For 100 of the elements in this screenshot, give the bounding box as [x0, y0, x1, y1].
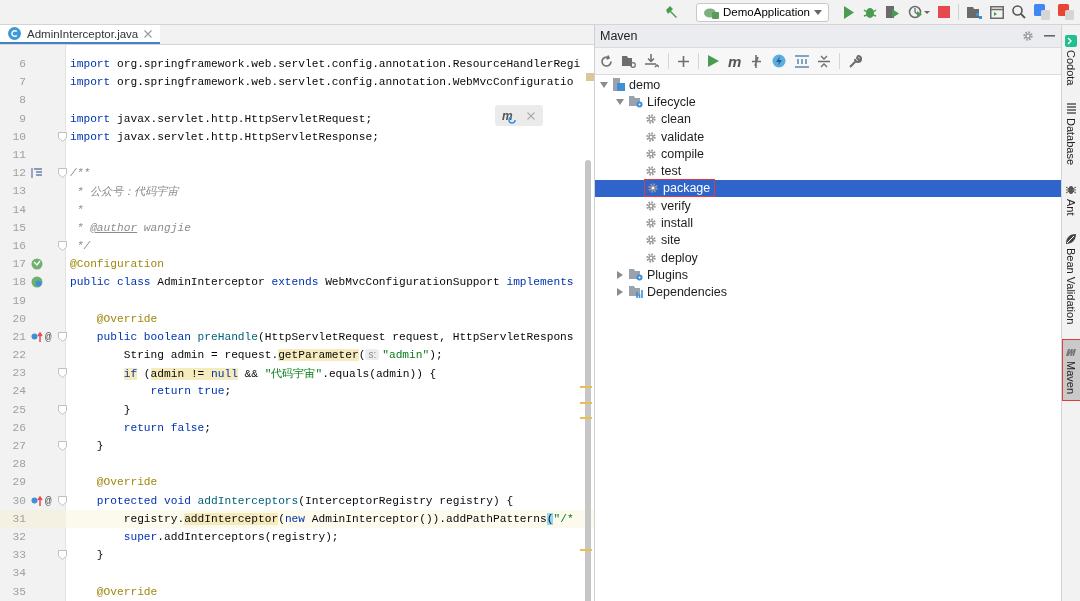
code-line: @Override — [96, 585, 158, 598]
close-icon[interactable] — [526, 111, 535, 120]
fold-marker-icon[interactable] — [58, 368, 67, 379]
fold-marker-icon[interactable] — [58, 495, 67, 506]
tree-row[interactable]: clean — [595, 110, 1061, 128]
profile-icon[interactable] — [908, 5, 930, 19]
ant-icon — [1065, 183, 1077, 196]
line-number: 19 — [11, 294, 26, 307]
implements-marker[interactable]: @ — [45, 494, 52, 507]
folder-gear-icon — [629, 95, 643, 108]
coverage-icon[interactable] — [885, 5, 900, 19]
tree-row[interactable]: Plugins — [595, 266, 1061, 284]
line-number: 15 — [11, 221, 26, 234]
line-number: 24 — [11, 385, 26, 398]
fold-marker-icon[interactable] — [58, 331, 67, 342]
wrench-icon[interactable] — [849, 54, 863, 68]
fold-marker-icon[interactable] — [58, 168, 67, 179]
gear-icon — [645, 165, 657, 178]
line-number: 9 — [18, 112, 26, 125]
implements-marker[interactable]: @ — [45, 330, 52, 343]
code-line: if (admin != null && "代码宇宙".equals(admin)) { — [123, 367, 437, 380]
maven-icon — [1065, 346, 1077, 359]
fold-marker-icon[interactable] — [58, 440, 67, 451]
gear-icon — [645, 217, 657, 229]
translate-icon[interactable] — [1058, 4, 1074, 20]
override-icon[interactable] — [31, 331, 43, 343]
gear-icon — [647, 182, 659, 195]
add-icon[interactable] — [678, 55, 689, 67]
tree-row[interactable]: site — [595, 231, 1061, 249]
folder-gear-icon — [629, 268, 643, 281]
line-number: 34 — [11, 567, 26, 580]
tool-window-tab[interactable]: Bean Validation — [1062, 231, 1080, 327]
collapse-arrow-icon[interactable] — [616, 270, 624, 279]
skip-tests-icon[interactable] — [750, 54, 764, 68]
run-configuration-dropdown[interactable]: DemoApplication — [696, 2, 829, 22]
tree-row[interactable]: validate — [595, 127, 1061, 146]
spring-icon[interactable] — [31, 276, 43, 289]
doc-render-icon[interactable] — [31, 168, 42, 179]
code-line: @Override — [96, 476, 158, 489]
line-number: 13 — [11, 185, 26, 198]
run-icon[interactable] — [708, 55, 719, 67]
tree-row[interactable]: Lifecycle — [595, 93, 1061, 111]
folder-reload-icon[interactable] — [622, 54, 636, 68]
warning-marker — [586, 73, 594, 81]
module-icon — [613, 78, 625, 92]
code-line: super.addInterceptors(registry); — [123, 530, 339, 543]
collapse-all-icon[interactable] — [818, 54, 831, 68]
tree-row[interactable]: deploy — [595, 248, 1061, 267]
tree-row[interactable]: verify — [595, 197, 1061, 215]
line-number: 14 — [11, 203, 26, 216]
fold-marker-icon[interactable] — [58, 240, 67, 251]
line-number: 30 — [11, 494, 26, 507]
close-icon[interactable] — [144, 29, 153, 38]
reload-icon[interactable] — [600, 54, 613, 68]
bean-icon[interactable] — [31, 258, 43, 271]
scrollbar-thumb[interactable] — [585, 160, 591, 601]
expand-arrow-icon[interactable] — [600, 80, 608, 89]
tree-row[interactable]: Dependencies — [595, 283, 1061, 301]
tool-window-tab[interactable]: Database — [1062, 101, 1080, 168]
code-line: @Configuration — [70, 258, 164, 271]
debug-icon[interactable] — [863, 5, 877, 19]
execute-goal-button[interactable]: m — [728, 52, 742, 70]
project-structure-icon[interactable] — [967, 5, 982, 19]
folder-chart-icon — [629, 286, 643, 299]
editor-tab[interactable]: AdminInterceptor.java — [0, 25, 161, 44]
line-number: 8 — [18, 94, 26, 107]
maven-reload-popup[interactable]: m — [495, 105, 543, 126]
tree-row[interactable]: test — [595, 162, 1061, 180]
run-icon[interactable] — [843, 5, 855, 19]
fold-marker-icon[interactable] — [58, 550, 67, 561]
hammer-icon[interactable] — [664, 5, 679, 19]
code-line: } — [96, 440, 104, 453]
line-number: 12 — [11, 167, 26, 180]
tree-row[interactable]: demo — [595, 76, 1061, 94]
class-icon — [8, 27, 21, 40]
expand-arrow-icon[interactable] — [616, 97, 624, 106]
search-icon[interactable] — [1012, 5, 1026, 19]
translate-icon[interactable] — [1034, 4, 1050, 20]
tree-row[interactable]: install — [595, 214, 1061, 232]
offline-icon[interactable] — [772, 54, 787, 68]
codota-icon — [1065, 35, 1077, 47]
show-dependencies-icon[interactable] — [795, 54, 810, 68]
tool-window-tab[interactable]: Codota — [1062, 33, 1080, 88]
gear-icon — [645, 234, 657, 247]
tree-row[interactable]: package — [595, 179, 1061, 198]
tool-window-tab[interactable]: Maven — [1062, 340, 1080, 401]
code-line: } — [96, 549, 104, 562]
fold-marker-icon[interactable] — [58, 131, 67, 142]
fold-marker-icon[interactable] — [58, 404, 67, 415]
line-number: 18 — [11, 276, 26, 289]
collapse-arrow-icon[interactable] — [616, 288, 624, 297]
terminal-icon[interactable] — [990, 5, 1004, 19]
gear-icon — [645, 147, 657, 160]
minimize-icon[interactable] — [1044, 35, 1055, 37]
tool-window-tab[interactable]: Ant — [1062, 181, 1080, 218]
code-line: /** — [70, 167, 91, 180]
tree-row[interactable]: compile — [595, 145, 1061, 163]
override-icon[interactable] — [31, 495, 43, 507]
line-number: 33 — [11, 549, 26, 562]
download-icon[interactable] — [645, 54, 659, 68]
